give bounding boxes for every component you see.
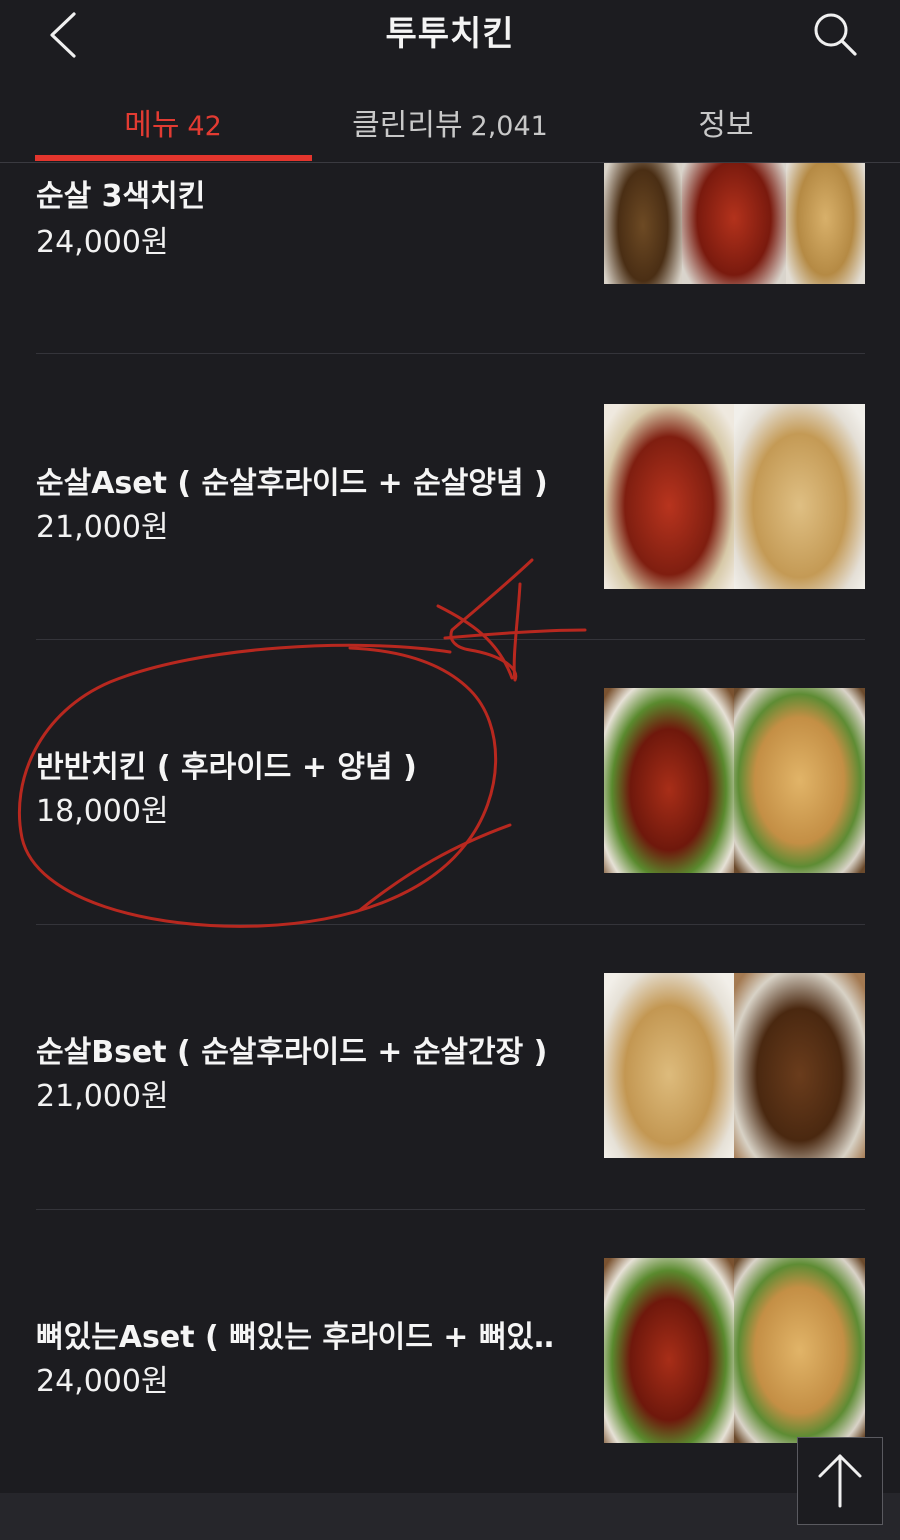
tab-menu-label: 메뉴 bbox=[124, 108, 180, 143]
bottom-bar bbox=[0, 1493, 900, 1540]
menu-item[interactable]: 순살 3색치킨 24,000원 bbox=[0, 163, 900, 328]
menu-item-name: 순살Aset ( 순살후라이드 + 순살양념 ) bbox=[36, 466, 548, 501]
tab-clean-review[interactable]: 클린리뷰 2,041 bbox=[312, 100, 588, 144]
menu-item-price: 24,000원 bbox=[36, 1364, 169, 1399]
menu-item-image bbox=[604, 163, 865, 284]
menu-item-price: 18,000원 bbox=[36, 794, 169, 829]
active-tab-indicator bbox=[35, 155, 312, 161]
tab-bar: 메뉴 42 클린리뷰 2,041 정보 bbox=[0, 62, 900, 163]
tab-menu-count: 42 bbox=[187, 111, 222, 142]
menu-item-name: 순살 3색치킨 bbox=[36, 179, 206, 214]
menu-item-name: 순살Bset ( 순살후라이드 + 순살간장 ) bbox=[36, 1035, 548, 1070]
menu-item-price: 21,000원 bbox=[36, 1079, 169, 1114]
menu-item[interactable]: 순살Bset ( 순살후라이드 + 순살간장 ) 21,000원 bbox=[0, 925, 900, 1210]
menu-item-price: 24,000원 bbox=[36, 225, 169, 260]
tab-menu[interactable]: 메뉴 42 bbox=[35, 100, 311, 144]
scroll-to-top-button[interactable] bbox=[797, 1437, 883, 1525]
menu-item-name: 반반치킨 ( 후라이드 + 양념 ) bbox=[36, 750, 417, 785]
menu-item-price: 21,000원 bbox=[36, 510, 169, 545]
menu-item-image bbox=[604, 404, 865, 589]
menu-item-image bbox=[604, 688, 865, 873]
menu-item-name: 뼈있는Aset ( 뼈있는 후라이드 + 뼈있… bbox=[36, 1320, 556, 1355]
menu-item[interactable]: 순살Aset ( 순살후라이드 + 순살양념 ) 21,000원 bbox=[0, 354, 900, 639]
page-title: 투투치킨 bbox=[385, 14, 515, 54]
app-header: 투투치킨 bbox=[0, 0, 900, 62]
menu-item-image bbox=[604, 1258, 865, 1443]
arrow-up-icon bbox=[818, 1454, 862, 1508]
menu-list[interactable]: 순살 3색치킨 24,000원 순살Aset ( 순살후라이드 + 순살양념 )… bbox=[0, 163, 900, 1493]
tab-review-count: 2,041 bbox=[470, 111, 548, 142]
menu-item[interactable]: 뼈있는Aset ( 뼈있는 후라이드 + 뼈있… 24,000원 bbox=[0, 1210, 900, 1493]
search-icon bbox=[814, 13, 857, 56]
tab-review-label: 클린리뷰 bbox=[352, 108, 463, 143]
tab-info[interactable]: 정보 bbox=[588, 100, 864, 144]
menu-item[interactable]: 반반치킨 ( 후라이드 + 양념 ) 18,000원 bbox=[0, 640, 900, 925]
search-button[interactable] bbox=[806, 8, 862, 58]
tab-info-label: 정보 bbox=[698, 108, 754, 143]
menu-item-image bbox=[604, 973, 865, 1158]
